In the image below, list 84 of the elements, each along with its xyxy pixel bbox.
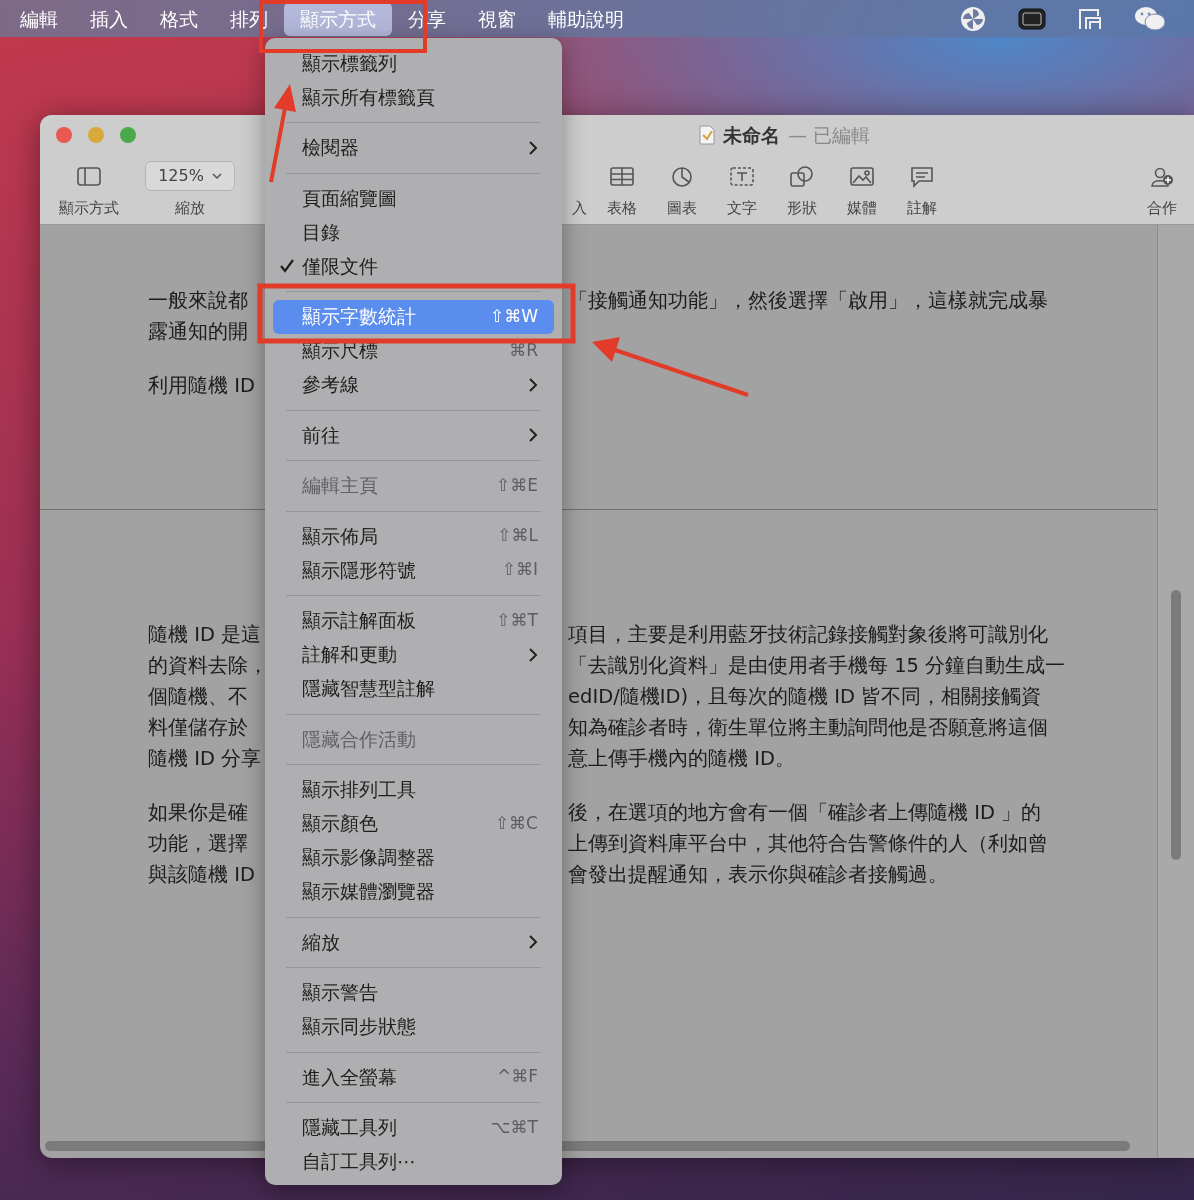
- body-text: 知為確診者時，衛生單位將主動詢問他是否願意將這個: [567, 715, 1048, 741]
- zoom-dropdown[interactable]: 125%: [145, 161, 235, 192]
- scrollbar-thumb[interactable]: [1171, 590, 1181, 860]
- menu-bar-item[interactable]: 插入: [74, 1, 144, 36]
- body-text: 一般來說都: [148, 289, 248, 312]
- body-text: 「接觸通知功能」，然後選擇「啟用」，這樣就完成暴: [567, 288, 1048, 314]
- menu-item[interactable]: 縮放: [273, 925, 554, 959]
- chevron-down-icon: [211, 172, 222, 180]
- menu-bar-item[interactable]: 視窗: [462, 1, 532, 36]
- menu-item[interactable]: 顯示媒體瀏覽器: [273, 874, 554, 909]
- menu-item[interactable]: 顯示標籤列: [273, 46, 554, 80]
- body-text: edID/隨機ID)，且每次的隨機 ID 皆不同，相關接觸資: [567, 684, 1042, 710]
- menu-item[interactable]: 顯示影像調整器: [273, 840, 554, 875]
- sidebar-icon: [76, 164, 102, 188]
- toolbar-button[interactable]: 文字: [712, 159, 772, 220]
- menu-item[interactable]: 顯示顏色 ⇧⌘C: [273, 806, 554, 841]
- body-text: 露通知的開: [148, 320, 248, 343]
- menu-item[interactable]: 顯示佈局 ⇧⌘L: [273, 519, 554, 553]
- menu-item[interactable]: 隱藏工具列 ⌥⌘T: [273, 1110, 554, 1145]
- body-text: 與該隨機 ID: [148, 863, 255, 886]
- menu-item[interactable]: 目錄: [273, 215, 554, 249]
- body-text: 如果你是確: [148, 801, 248, 824]
- display-icon[interactable]: [1018, 7, 1046, 30]
- shapes-icon: [789, 164, 815, 188]
- menu-bar-item[interactable]: 格式: [144, 1, 214, 36]
- body-text: 利用隨機 ID: [148, 374, 255, 397]
- document-icon: [699, 125, 715, 145]
- menu-item[interactable]: 顯示同步狀態: [273, 1009, 554, 1044]
- menu-item[interactable]: 隱藏智慧型註解: [273, 671, 554, 706]
- toolbar-button[interactable]: 媒體: [832, 159, 892, 220]
- body-text: 「去識別化資料」是由使用者手機每 15 分鐘自動生成一: [567, 653, 1066, 679]
- menu-item[interactable]: 參考線: [273, 367, 554, 402]
- text-box-icon: [729, 164, 755, 188]
- menu-item[interactable]: 僅限文件: [273, 249, 554, 283]
- toolbar-button[interactable]: 形狀: [772, 159, 832, 220]
- zoom-button[interactable]: [120, 127, 136, 143]
- chevron-right-icon: [528, 934, 538, 950]
- body-text: 項目，主要是利用藍牙技術記錄接觸對象後將可識別化: [567, 622, 1048, 648]
- window-icon[interactable]: [1078, 7, 1102, 30]
- menu-item[interactable]: 檢閱器: [273, 130, 554, 165]
- menu-bar-item[interactable]: 編輯: [4, 1, 74, 36]
- toolbar-button[interactable]: 圖表: [652, 159, 712, 220]
- body-text: 後，在選項的地方會有一個「確診者上傳隨機 ID 」的: [567, 800, 1042, 826]
- minimize-button[interactable]: [88, 127, 104, 143]
- body-text: 上傳到資料庫平台中，其他符合告警條件的人（利如曾: [567, 831, 1048, 857]
- edit-status: — 已編輯: [788, 122, 871, 148]
- toolbar-button[interactable]: 表格: [592, 159, 652, 220]
- body-text: 個隨機、不: [148, 685, 248, 708]
- body-text: 的資料去除，: [148, 654, 268, 677]
- menu-item[interactable]: 顯示排列工具: [273, 772, 554, 807]
- chevron-right-icon: [528, 139, 538, 156]
- body-text: 料僅儲存於: [148, 716, 248, 739]
- menu-item[interactable]: 註解和更動: [273, 637, 554, 672]
- body-text: 隨機 ID 是這: [148, 623, 262, 646]
- chat-bubbles-icon[interactable]: [1134, 5, 1166, 32]
- menu-item[interactable]: 自訂工具列⋯: [273, 1144, 554, 1179]
- body-text: 隨機 ID 分享: [148, 747, 262, 770]
- body-text: 功能，選擇: [148, 832, 248, 855]
- toolbar-button[interactable]: 註解: [892, 159, 952, 220]
- close-button[interactable]: [56, 127, 72, 143]
- toolbar-button[interactable]: 合作: [1132, 159, 1192, 220]
- table-icon: [609, 164, 635, 188]
- image-icon: [849, 164, 875, 188]
- toolbar-button[interactable]: 125% 縮放: [137, 159, 243, 220]
- menu-item[interactable]: 顯示隱形符號 ⇧⌘I: [273, 553, 554, 587]
- toolbar-button[interactable]: 入: [566, 159, 592, 220]
- menu-item[interactable]: 前往: [273, 418, 554, 452]
- menu-bar-item[interactable]: 輔助說明: [532, 1, 640, 36]
- chevron-right-icon: [528, 646, 538, 663]
- body-text: 意上傳手機內的隨機 ID。: [567, 746, 795, 772]
- menu-item[interactable]: 進入全螢幕 ^⌘F: [273, 1060, 554, 1094]
- toolbar-button[interactable]: 顯示方式: [44, 159, 134, 220]
- menu-item[interactable]: 顯示註解面板 ⇧⌘T: [273, 603, 554, 638]
- comment-icon: [909, 164, 935, 188]
- window-title: 未命名: [723, 122, 780, 148]
- chevron-right-icon: [528, 376, 538, 393]
- menu-item[interactable]: 顯示警告: [273, 975, 554, 1010]
- menu-item[interactable]: 頁面縮覽圖: [273, 181, 554, 215]
- checkmark-icon: [279, 258, 295, 274]
- body-text: 會發出提醒通知，表示你與確診者接觸過。: [567, 862, 948, 888]
- pie-chart-icon: [669, 164, 695, 188]
- pinwheel-icon[interactable]: [960, 5, 986, 32]
- chevron-right-icon: [528, 427, 538, 443]
- menu-item[interactable]: 顯示所有標籤頁: [273, 80, 554, 114]
